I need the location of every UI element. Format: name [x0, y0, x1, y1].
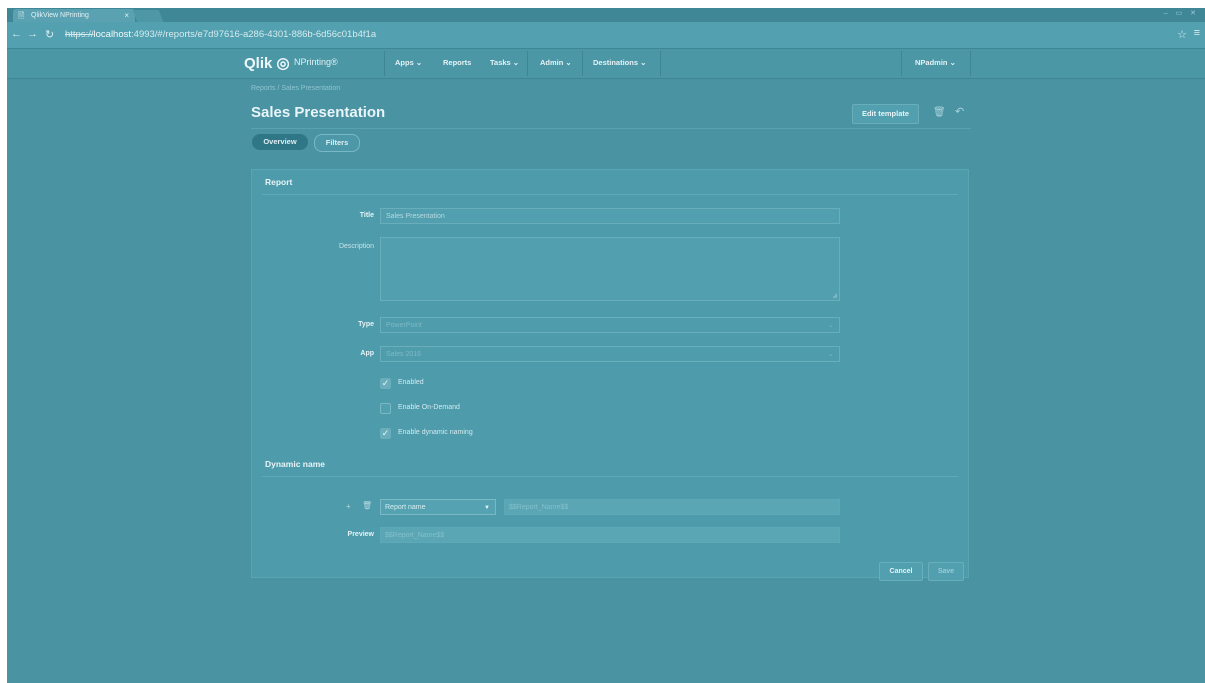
- url-path: :4993/#/reports/e7d97616-a286-4301-886b-…: [131, 29, 377, 40]
- app-select[interactable]: Sales 2016 ⌄: [380, 346, 840, 362]
- window-controls[interactable]: – ▭ ✕: [1164, 9, 1199, 17]
- cancel-button[interactable]: Cancel: [879, 562, 923, 581]
- report-name-value: Report name: [385, 504, 426, 511]
- product-name: NPrinting®: [294, 57, 338, 67]
- app-label: App: [360, 350, 374, 357]
- page-title: Sales Presentation: [251, 104, 386, 121]
- nav-admin[interactable]: Admin ⌄: [540, 58, 572, 67]
- nav-divider: [970, 51, 971, 76]
- close-tab-icon[interactable]: ×: [124, 9, 129, 22]
- nav-divider: [901, 51, 902, 76]
- save-button[interactable]: Save: [928, 562, 964, 581]
- section-report: Report: [265, 177, 293, 187]
- title-label: Title: [359, 212, 374, 219]
- browser-window: 🗎 QlikView NPrinting × – ▭ ✕ ← → ↻ https…: [7, 8, 1205, 683]
- app-value: Sales 2016: [386, 351, 422, 358]
- dynamic-name-field: $$Report_Name$$: [504, 499, 840, 515]
- tab-strip: 🗎 QlikView NPrinting × – ▭ ✕: [7, 8, 1205, 22]
- type-label: Type: [358, 321, 374, 328]
- browser-menu-icon[interactable]: ≡: [1194, 27, 1200, 39]
- back-icon[interactable]: ←: [11, 28, 22, 40]
- nav-tasks[interactable]: Tasks ⌄: [490, 58, 519, 67]
- page-icon: 🗎: [18, 11, 25, 20]
- nav-divider: [527, 51, 528, 76]
- nav-divider: [384, 51, 385, 76]
- description-label: Description: [338, 243, 374, 250]
- chevron-down-icon: ⌄: [828, 351, 834, 358]
- report-name-select[interactable]: Report name ▼: [380, 499, 496, 515]
- url-host: localhost: [93, 29, 132, 40]
- nav-reports[interactable]: Reports: [443, 58, 471, 67]
- breadcrumb[interactable]: Reports / Sales Presentation: [251, 85, 340, 92]
- description-textarea[interactable]: ◢: [380, 237, 840, 301]
- delete-icon[interactable]: 🗑: [362, 501, 372, 510]
- back-arrow-icon[interactable]: ↶: [955, 105, 964, 118]
- enabled-label: Enabled: [398, 379, 424, 386]
- app-header: Qlik ◎ NPrinting® Apps ⌄ Reports Tasks ⌄…: [7, 49, 1205, 79]
- title-divider: [251, 128, 971, 129]
- nav-apps[interactable]: Apps ⌄: [395, 58, 422, 67]
- qlik-logo-icon: ◎: [276, 55, 290, 72]
- section-divider: [262, 476, 958, 477]
- preview-label: Preview: [347, 531, 374, 538]
- forward-icon[interactable]: →: [27, 28, 38, 40]
- dynamic-naming-checkbox[interactable]: ✓: [380, 428, 391, 439]
- preview-field: $$Report_Name$$: [380, 527, 840, 543]
- url-field[interactable]: https://localhost:4993/#/reports/e7d9761…: [65, 26, 1165, 43]
- new-tab-button[interactable]: [132, 10, 164, 22]
- report-panel: Report Title Sales Presentation Descript…: [251, 169, 969, 581]
- reload-icon[interactable]: ↻: [45, 28, 54, 41]
- add-icon[interactable]: +: [346, 502, 351, 511]
- edit-template-button[interactable]: Edit template: [852, 104, 919, 124]
- chevron-down-icon: ⌄: [828, 322, 834, 329]
- user-menu[interactable]: NPadmin ⌄: [915, 58, 956, 67]
- tab-filters[interactable]: Filters: [314, 134, 360, 152]
- type-select[interactable]: PowerPoint ⌄: [380, 317, 840, 333]
- logo-text: Qlik: [244, 55, 273, 72]
- browser-tab[interactable]: 🗎 QlikView NPrinting ×: [13, 9, 135, 22]
- caret-down-icon: ▼: [484, 505, 490, 511]
- resize-grip-icon[interactable]: ◢: [832, 292, 837, 299]
- on-demand-label: Enable On-Demand: [398, 404, 460, 411]
- nav-divider: [582, 51, 583, 76]
- type-value: PowerPoint: [386, 322, 422, 329]
- address-bar: ← → ↻ https://localhost:4993/#/reports/e…: [7, 22, 1205, 49]
- on-demand-checkbox[interactable]: [380, 403, 391, 414]
- section-dynamic-name: Dynamic name: [265, 459, 325, 469]
- qlik-logo[interactable]: Qlik ◎: [244, 54, 290, 72]
- section-divider: [262, 194, 958, 195]
- delete-icon[interactable]: 🗑: [933, 107, 946, 118]
- dynamic-naming-label: Enable dynamic naming: [398, 429, 473, 436]
- bookmark-star-icon[interactable]: ☆: [1177, 28, 1187, 41]
- nav-divider: [660, 51, 661, 76]
- tab-overview[interactable]: Overview: [252, 134, 308, 150]
- enabled-checkbox[interactable]: ✓: [380, 378, 391, 389]
- nav-destinations[interactable]: Destinations ⌄: [593, 58, 646, 67]
- url-scheme: https://: [65, 29, 94, 40]
- tab-title: QlikView NPrinting: [31, 12, 89, 19]
- title-input[interactable]: Sales Presentation: [380, 208, 840, 224]
